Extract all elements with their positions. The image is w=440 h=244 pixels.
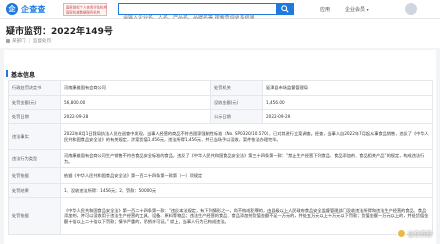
cell-label: 没收金额(元) (210, 95, 263, 110)
nav-app-link[interactable]: 应用 (320, 6, 330, 13)
cell-label: 处罚机关 (210, 80, 263, 96)
watermark-text: @企查查 (407, 231, 432, 238)
table-row: 处罚依据 《中华人民共和国食品安全法》第一百二十四条第一款：“违反本法规定，有下… (8, 197, 433, 235)
cell-label: 处罚结果 (8, 183, 61, 198)
table-row: 处罚日期 2022-09-28 公示日期 2022-09-29 (8, 109, 433, 124)
section-accent-bar (6, 70, 8, 77)
cell-label: 处罚日期 (8, 109, 61, 124)
meta-category: 监督处罚 (33, 39, 52, 44)
logo[interactable]: 企 企查查 (6, 3, 46, 15)
penalty-result-text: 1、没收违法所得：1456元；2、罚款：50000元 (60, 183, 433, 198)
cell-value: 56,800.00 (60, 95, 211, 110)
watermark: @企查查 (396, 229, 432, 238)
cell-text: 依据《中华人民共和国食品安全法》第一百二十四条第一款第（一）项规定 (64, 172, 203, 178)
violation-facts-text: 2022年8月1日我局执法人员在巡查中发现，当事人经营的商品不符合国家强制性标准… (60, 123, 433, 150)
page-title: 疑市监罚：2022年149号 (6, 27, 113, 37)
search-box (118, 3, 294, 23)
cell-label: 公示日期 (210, 109, 263, 124)
nav-vip-label: 企业会员 (345, 7, 366, 13)
cell-value: 延津县市场监督管理局 (262, 80, 433, 96)
search-icon (281, 5, 289, 13)
watermark-logo-icon (396, 229, 406, 238)
meta-separator: | (28, 38, 31, 44)
cell-text: 2022年8月1日我局执法人员在巡查中发现，当事人经营的商品不符合国家强制性标准… (64, 131, 429, 142)
logo-mark-icon: 企 (6, 3, 18, 15)
cell-label: 处罚依据 (8, 167, 61, 184)
content-card: 基本信息 行政处罚决定书 河南康维固有会商公司 处罚机关 延津县市场监督管理局 … (4, 50, 436, 244)
table-row: 行政处罚决定书 河南康维固有会商公司 处罚机关 延津县市场监督管理局 (8, 80, 433, 96)
table-row: 处罚依据 依据《中华人民共和国食品安全法》第一百二十四条第一款第（一）项规定 (8, 167, 433, 184)
cell-label: 违法行为类型 (8, 149, 61, 168)
badge-line-1: 国家授权个人信用评估机构 (66, 5, 107, 10)
department-icon (6, 39, 10, 43)
penalty-info-table: 行政处罚决定书 河南康维固有会商公司 处罚机关 延津县市场监督管理局 处罚金额(… (8, 80, 433, 235)
cell-value: 2022-09-29 (262, 109, 433, 124)
avatar[interactable] (405, 3, 417, 15)
title-area: 疑市监罚：2022年149号 某部门 | 监督处罚 (0, 19, 440, 48)
cell-label: 处罚依据 (8, 197, 61, 235)
table-row: 处罚结果 1、没收违法所得：1456元；2、罚款：50000元 (8, 183, 433, 198)
nav-vip-link[interactable]: 企业会员 ▾ (345, 6, 369, 13)
cell-label: 违法事实 (8, 123, 61, 150)
table-row: 处罚金额(元) 56,800.00 没收金额(元) 1,456.00 (8, 95, 433, 110)
penalty-basis-text: 依据《中华人民共和国食品安全法》第一百二十四条第一款第（一）项规定 (60, 167, 433, 184)
cell-text: 《中华人民共和国食品安全法》第一百二十四条第一款：“违反本法规定，有下列情形之一… (64, 208, 429, 224)
chevron-down-icon: ▾ (366, 7, 369, 12)
company-link[interactable]: 河南康维固有会商公司 (60, 80, 211, 96)
cell-text: 河南康维固有会商公司生产销售不符合食品安全标准的食品，违反了《中华人民共和国食品… (64, 153, 425, 164)
authority-badge: 国家授权个人信用评估机构 国家权威数据服务机构 (63, 3, 107, 16)
title-meta: 某部门 | 监督处罚 (6, 38, 51, 44)
violation-type-text: 河南康维固有会商公司生产销售不符合食品安全标准的食品，违反了《中华人民共和国食品… (60, 149, 433, 168)
meta-department: 某部门 (12, 39, 26, 44)
legal-basis-text: 《中华人民共和国食品安全法》第一百二十四条第一款：“违反本法规定，有下列情形之一… (60, 197, 433, 235)
cell-value: 1,456.00 (262, 95, 433, 110)
table-row: 违法行为类型 河南康维固有会商公司生产销售不符合食品安全标准的食品，违反了《中华… (8, 149, 433, 168)
cell-label: 处罚金额(元) (8, 95, 61, 110)
badge-line-2: 国家权威数据服务机构 (66, 10, 100, 15)
logo-text: 企查查 (21, 4, 46, 14)
table-row: 违法事实 2022年8月1日我局执法人员在巡查中发现，当事人经营的商品不符合国家… (8, 123, 433, 150)
section-title: 基本信息 (11, 72, 36, 79)
search-button[interactable] (276, 3, 294, 15)
cell-value: 2022-09-28 (60, 109, 211, 124)
cell-label: 行政处罚决定书 (8, 80, 61, 96)
top-header: 企 企查查 国家授权个人信用评估机构 国家权威数据服务机构 应用 企业会员 ▾ (0, 0, 440, 23)
